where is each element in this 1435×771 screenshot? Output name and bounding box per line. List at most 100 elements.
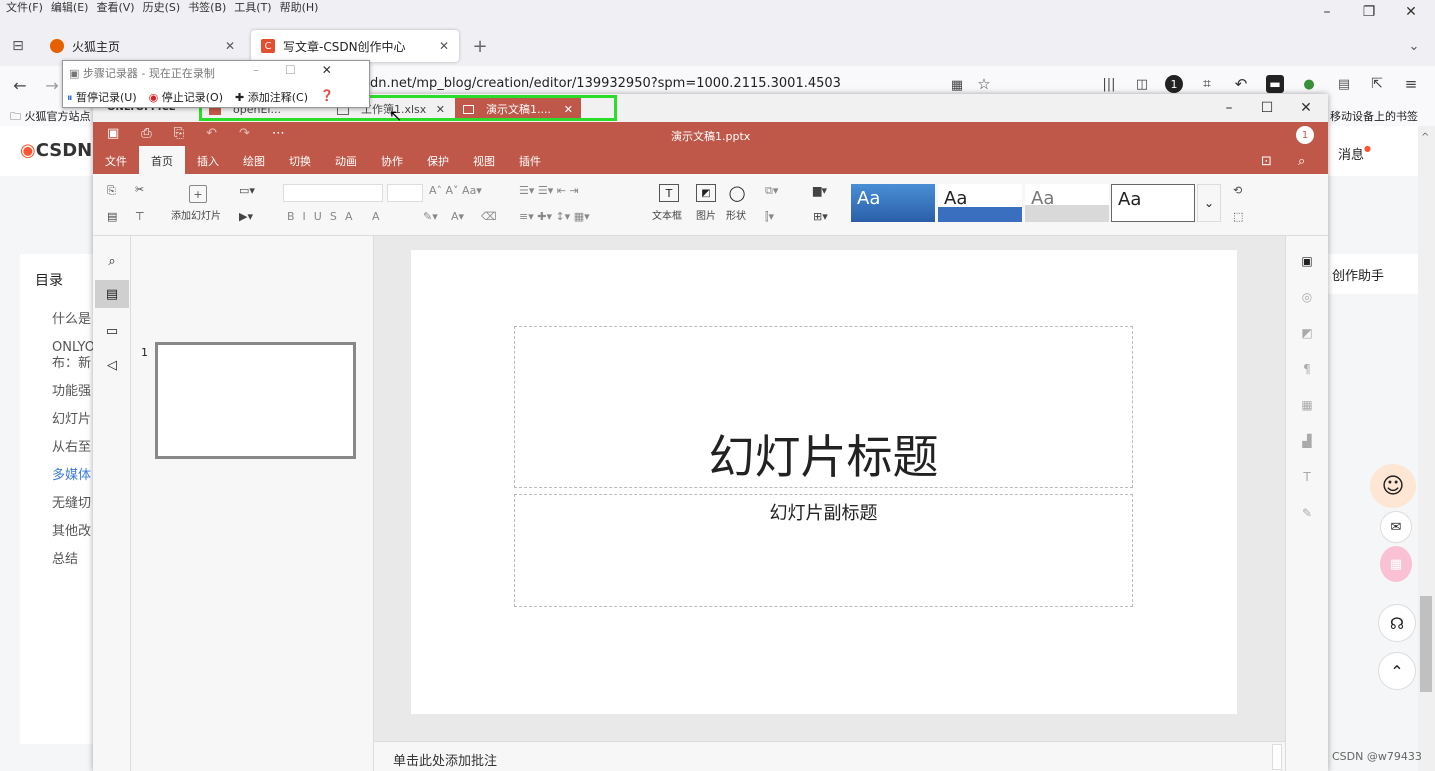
menu-home[interactable]: 首页 bbox=[139, 146, 185, 174]
toc-item-active[interactable]: 多媒体 bbox=[52, 462, 95, 490]
maximize-icon[interactable]: ☐ bbox=[285, 63, 322, 77]
toc-item[interactable]: 布：新 bbox=[52, 356, 95, 372]
add-slide-button[interactable]: 添加幻灯片 bbox=[171, 207, 221, 222]
close-icon[interactable]: ✕ bbox=[1390, 0, 1432, 24]
bookmark-folder-official[interactable]: 🗀 火狐官方站点 bbox=[10, 108, 91, 127]
menu-history[interactable]: 历史(S) bbox=[139, 0, 185, 16]
menu-collaboration[interactable]: 协作 bbox=[369, 146, 415, 174]
menu-transitions[interactable]: 切换 bbox=[277, 146, 323, 174]
menu-animation[interactable]: 动画 bbox=[323, 146, 369, 174]
new-tab-icon[interactable]: + bbox=[470, 36, 490, 57]
copy-icon[interactable]: ⎘ bbox=[107, 184, 116, 198]
toc-item[interactable]: ONLYO bbox=[52, 340, 95, 356]
mascot-icon[interactable]: ☺ bbox=[1370, 464, 1416, 508]
clear-format-icon[interactable]: ⌫ bbox=[481, 210, 497, 223]
redo-icon[interactable]: ↷ bbox=[239, 126, 272, 141]
chevron-down-icon[interactable]: ⌄ bbox=[1404, 36, 1424, 56]
slides-panel-icon[interactable]: ▤ bbox=[95, 280, 129, 308]
messages-link[interactable]: 消息● bbox=[1338, 144, 1371, 163]
menu-view[interactable]: 视图 bbox=[461, 146, 507, 174]
forward-icon[interactable]: → bbox=[42, 76, 62, 95]
menu-bookmarks[interactable]: 书签(B) bbox=[184, 0, 230, 16]
start-slideshow-icon[interactable]: ▶▾ bbox=[239, 210, 253, 223]
shape-settings-icon[interactable]: ◎ bbox=[1298, 288, 1316, 306]
crop-icon[interactable]: ⌗ bbox=[1198, 75, 1216, 93]
save-icon[interactable]: ▣ bbox=[107, 126, 141, 141]
toc-item[interactable]: 什么是 bbox=[52, 306, 95, 334]
search-icon[interactable]: ⌕ bbox=[1298, 154, 1305, 169]
undo-icon[interactable]: ↶ bbox=[206, 126, 239, 141]
library-icon[interactable]: ||| bbox=[1100, 75, 1118, 93]
undo-arrow-icon[interactable]: ↶ bbox=[1232, 75, 1250, 93]
bookmark-folder-mobile[interactable]: 移动设备上的书签 bbox=[1330, 108, 1418, 124]
shape-icon[interactable]: ◯ bbox=[727, 184, 747, 202]
shape-button[interactable]: 形状 bbox=[726, 207, 746, 222]
scroll-up-icon[interactable]: ^ bbox=[1421, 132, 1429, 143]
title-placeholder[interactable]: 幻灯片标题 bbox=[514, 326, 1133, 488]
signature-settings-icon[interactable]: ✎ bbox=[1298, 504, 1316, 522]
paragraph-settings-icon[interactable]: ¶ bbox=[1298, 360, 1316, 378]
font-color-icon[interactable]: A▾ bbox=[451, 210, 464, 223]
menu-draw[interactable]: 绘图 bbox=[231, 146, 277, 174]
menu-edit[interactable]: 编辑(E) bbox=[47, 0, 93, 16]
notes-scrollbar[interactable] bbox=[1272, 744, 1282, 770]
slide-settings-icon[interactable]: ⊞▾ bbox=[813, 210, 828, 223]
theme-more-icon[interactable]: ⌄ bbox=[1197, 184, 1221, 222]
menu-protection[interactable]: 保护 bbox=[415, 146, 461, 174]
slide-thumbnail[interactable] bbox=[155, 342, 356, 459]
comments-icon[interactable]: ▭ bbox=[103, 322, 121, 340]
textart-settings-icon[interactable]: T bbox=[1298, 468, 1316, 486]
qr-icon[interactable]: ▦ bbox=[948, 76, 966, 94]
font-size-select[interactable] bbox=[387, 184, 423, 202]
minimize-icon[interactable]: – bbox=[1208, 96, 1250, 120]
theme-gray[interactable]: Aa bbox=[1025, 184, 1109, 222]
close-icon[interactable]: ✕ bbox=[1285, 96, 1327, 120]
menu-file[interactable]: 文件 bbox=[93, 146, 139, 174]
menu-plugins[interactable]: 插件 bbox=[507, 146, 553, 174]
font-size-controls[interactable]: A˄ A˅ Aa▾ bbox=[429, 184, 482, 197]
toc-item[interactable]: 无缝切 bbox=[52, 490, 95, 518]
maximize-icon[interactable]: ☐ bbox=[1246, 96, 1288, 120]
toc-item[interactable]: 从右至 bbox=[52, 434, 95, 462]
close-icon[interactable]: ✕ bbox=[322, 63, 358, 77]
toc-item[interactable]: 其他改 bbox=[52, 518, 95, 546]
more-icon[interactable]: ⋯ bbox=[272, 126, 307, 141]
align-controls[interactable]: ≡▾ ✚▾ ↕▾ ▦▾ bbox=[519, 210, 590, 223]
url-bar[interactable]: dn.net/mp_blog/creation/editor/139932950… bbox=[370, 76, 841, 91]
scroll-thumb[interactable] bbox=[1420, 596, 1432, 692]
user-badge[interactable]: 1 bbox=[1296, 126, 1314, 144]
csdn-logo[interactable]: ◉CSDN bbox=[20, 140, 92, 161]
feedback-icon[interactable]: ◁ bbox=[103, 356, 121, 374]
font-family-select[interactable] bbox=[283, 184, 383, 202]
change-slide-size-icon[interactable]: ▆▾ bbox=[813, 184, 827, 197]
theme-blank[interactable]: Aa bbox=[1111, 184, 1195, 222]
back-icon[interactable]: ← bbox=[10, 76, 30, 95]
open-location-icon[interactable]: ⊡ bbox=[1261, 154, 1272, 169]
menu-hamburger-icon[interactable]: ≡ bbox=[1402, 75, 1420, 93]
stop-recording-button[interactable]: ◉ 停止记录(O) bbox=[149, 89, 223, 105]
toc-item[interactable]: 功能强 bbox=[52, 378, 95, 406]
help-icon[interactable]: ❓ bbox=[320, 89, 334, 105]
toc-item[interactable]: 总结 bbox=[52, 546, 95, 574]
highlight-color-icon[interactable]: ✎▾ bbox=[423, 210, 438, 223]
tab-firefox-home[interactable]: 火狐主页 ✕ bbox=[40, 30, 245, 62]
menu-help[interactable]: 帮助(H) bbox=[276, 0, 323, 16]
chart-settings-icon[interactable]: ▟ bbox=[1298, 432, 1316, 450]
extension-box-icon[interactable]: ▤ bbox=[1335, 75, 1353, 93]
image-icon[interactable]: ◩ bbox=[696, 184, 716, 202]
pause-recording-button[interactable]: ⏸ 暂停记录(U) bbox=[67, 89, 137, 105]
restore-icon[interactable]: ❐ bbox=[1348, 0, 1390, 24]
coupon-icon[interactable]: ✉ bbox=[1380, 511, 1412, 543]
textbox-button[interactable]: 文本框 bbox=[652, 207, 682, 222]
print-icon[interactable]: ⎙ bbox=[141, 126, 173, 141]
textbox-icon[interactable]: T bbox=[659, 184, 679, 202]
change-color-scheme-icon[interactable]: ⟲ bbox=[1233, 184, 1242, 197]
tab-overview-icon[interactable]: ⊟ bbox=[8, 36, 28, 56]
arrange-icon[interactable]: ⧉▾ bbox=[765, 184, 778, 198]
toc-item[interactable]: 幻灯片 bbox=[52, 406, 95, 434]
add-slide-icon[interactable]: + bbox=[189, 185, 207, 203]
extension-globe-icon[interactable]: ● bbox=[1300, 75, 1318, 93]
theme-white-blue[interactable]: Aa bbox=[938, 184, 1022, 222]
sidebar-icon[interactable]: ◫ bbox=[1133, 75, 1151, 93]
paste-icon[interactable]: ▤ bbox=[107, 210, 117, 223]
